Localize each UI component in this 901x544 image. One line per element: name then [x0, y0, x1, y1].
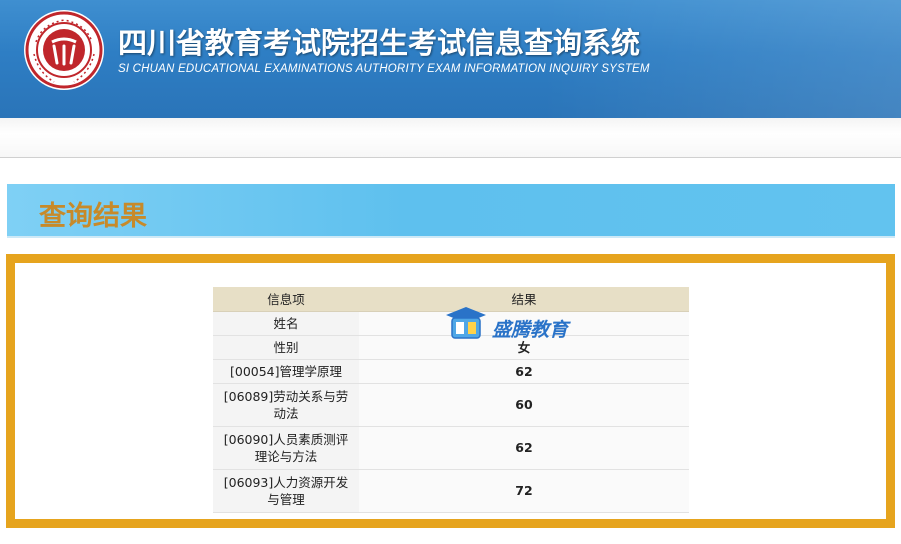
row-result-value [359, 311, 689, 336]
row-item-label: [06090]人员素质测评理论与方法 [213, 426, 359, 470]
table-row: [06090]人员素质测评理论与方法 62 [213, 426, 689, 470]
table-row: [06089]劳动关系与劳动法 60 [213, 383, 689, 427]
sceea-seal-icon [22, 8, 106, 92]
table-row: [06093]人力资源开发与管理 72 [213, 469, 689, 513]
row-item-label: [06089]劳动关系与劳动法 [213, 383, 359, 427]
row-item-label: [06093]人力资源开发与管理 [213, 469, 359, 513]
row-result-value: 62 [359, 359, 689, 384]
table-header-row: 信息项 结果 [213, 287, 689, 312]
row-item-label: 姓名 [213, 311, 359, 336]
row-item-label: [00054]管理学原理 [213, 359, 359, 384]
site-title-english: SI CHUAN EDUCATIONAL EXAMINATIONS AUTHOR… [118, 63, 650, 75]
site-header: 四川省教育考试院招生考试信息查询系统 SI CHUAN EDUCATIONAL … [0, 0, 901, 118]
site-title: 四川省教育考试院招生考试信息查询系统 [118, 26, 641, 60]
column-header-result: 结果 [359, 287, 689, 312]
table-row: 性别 女 [213, 335, 689, 360]
spacer [0, 159, 901, 181]
row-item-label: 性别 [213, 335, 359, 360]
table-row: 姓名 [213, 311, 689, 336]
column-header-item: 信息项 [213, 287, 359, 312]
result-title: 查询结果 [39, 201, 147, 232]
nav-bar [0, 118, 901, 158]
table-row: [00054]管理学原理 62 [213, 359, 689, 384]
row-result-value: 女 [359, 335, 689, 360]
page-footer [0, 528, 901, 544]
score-table: 信息项 结果 姓名 性别 女 [00054]管理学原理 62 [06089]劳动… [213, 287, 689, 513]
row-result-value: 62 [359, 426, 689, 470]
result-banner: 查询结果 [7, 184, 895, 238]
row-result-value: 72 [359, 469, 689, 513]
row-result-value: 60 [359, 383, 689, 427]
